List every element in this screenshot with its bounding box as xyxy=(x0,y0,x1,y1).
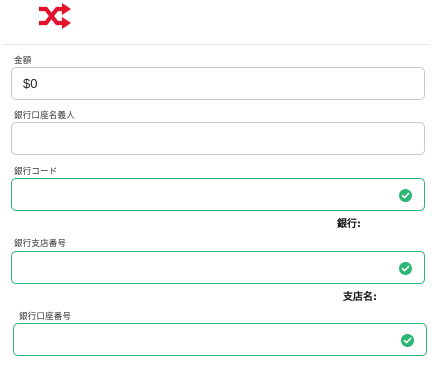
amount-value: $0 xyxy=(23,76,38,91)
account-holder-label: 銀行口座名義人 xyxy=(14,111,75,121)
shuffle-icon xyxy=(39,3,71,29)
check-circle-icon xyxy=(399,262,412,275)
check-circle-icon xyxy=(399,189,412,202)
account-number-input[interactable] xyxy=(13,323,427,356)
bank-name-label: 銀行: xyxy=(337,219,361,230)
branch-name-label: 支店名: xyxy=(343,292,377,303)
header-divider xyxy=(4,44,430,45)
branch-number-label: 銀行支店番号 xyxy=(14,239,67,249)
amount-input[interactable]: $0 xyxy=(11,67,425,100)
bank-code-input[interactable] xyxy=(11,178,425,211)
bank-code-label: 銀行コード xyxy=(14,167,58,177)
account-holder-input[interactable] xyxy=(11,122,425,155)
branch-number-input[interactable] xyxy=(11,251,425,284)
amount-label: 金額 xyxy=(14,56,32,66)
check-circle-icon xyxy=(401,334,414,347)
account-number-label: 銀行口座番号 xyxy=(19,312,72,322)
